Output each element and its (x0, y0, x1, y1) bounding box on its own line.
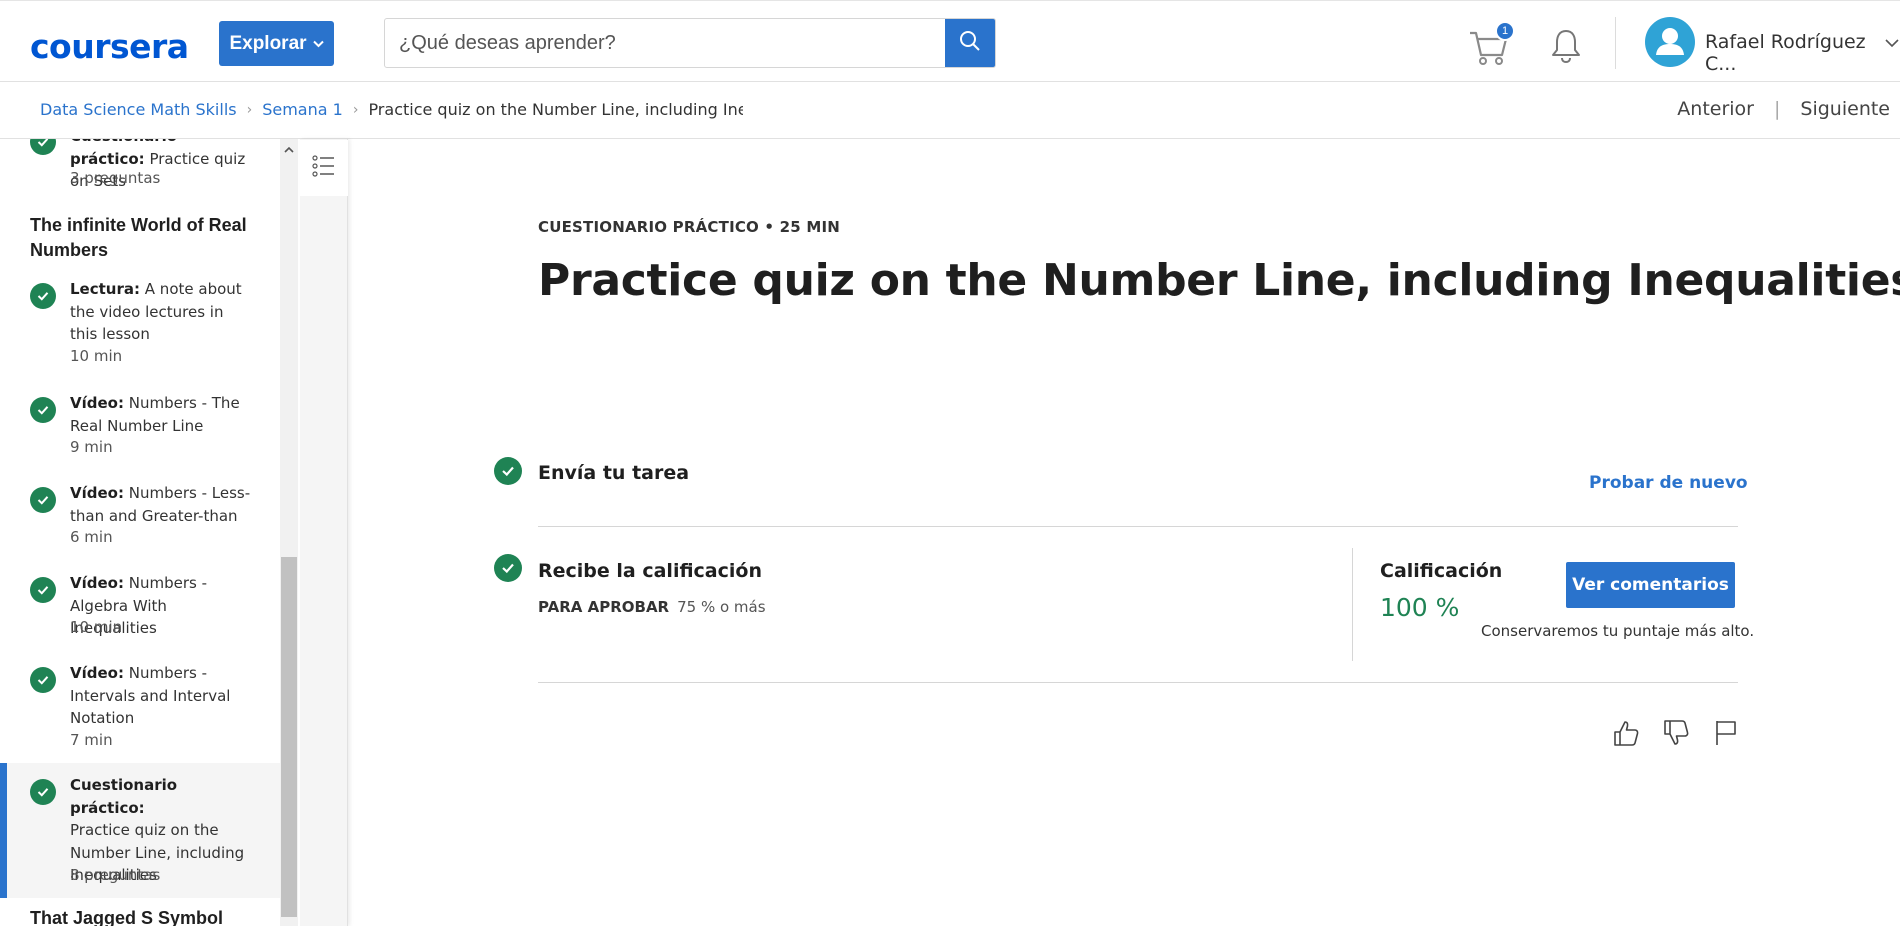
chevron-down-icon (312, 36, 324, 51)
sidebar-collapse-panel (300, 139, 348, 926)
flag-icon[interactable] (1711, 718, 1741, 748)
thumbs-down-icon[interactable] (1661, 718, 1691, 748)
step-submit-title: Envía tu tarea (538, 462, 690, 484)
previous-link[interactable]: Anterior (1677, 98, 1754, 120)
cart-badge: 1 (1495, 21, 1515, 41)
sidebar-item-label: Vídeo: Numbers - Intervals and Interval … (70, 664, 231, 727)
divider (538, 526, 1738, 527)
breadcrumb-course-link[interactable]: Data Science Math Skills (40, 100, 237, 119)
pass-value: 75 % o más (677, 598, 766, 616)
sidebar-item-meta: 6 min (70, 528, 113, 546)
cart-icon (1468, 31, 1510, 71)
sidebar-item-quiz-sets[interactable]: Cuestionario práctico: Practice quiz on … (0, 139, 280, 190)
sidebar-item-label: Vídeo: Numbers - Less-than and Greater-t… (70, 484, 251, 525)
sidebar-item-video-intervals[interactable]: Vídeo: Numbers - Intervals and Interval … (0, 664, 280, 749)
chevron-down-icon[interactable] (1884, 35, 1900, 51)
check-icon (30, 667, 56, 693)
avatar[interactable] (1645, 17, 1695, 67)
sidebar-item-meta: 8 preguntas (70, 866, 161, 884)
user-name[interactable]: Rafael Rodríguez C... (1705, 31, 1900, 75)
check-icon (30, 577, 56, 603)
check-icon (30, 283, 56, 309)
sidebar-section-heading: That Jagged S Symbol (30, 908, 224, 926)
chevron-right-icon: › (352, 101, 359, 118)
search-bar (384, 18, 996, 68)
search-input[interactable] (385, 19, 945, 67)
sidebar-item-reading-note[interactable]: Lectura: A note about the video lectures… (0, 280, 280, 365)
thumbs-up-icon[interactable] (1611, 718, 1641, 748)
grade-label: Calificación (1380, 560, 1503, 582)
sidebar-item-meta: 9 min (70, 438, 113, 456)
sidebar-item-label: Vídeo: Numbers - The Real Number Line (70, 394, 240, 435)
header-divider (1615, 17, 1616, 69)
chevron-right-icon: › (246, 101, 253, 118)
prev-next-nav: Anterior | Siguiente (1677, 98, 1890, 120)
check-icon (494, 554, 522, 582)
next-link[interactable]: Siguiente (1800, 98, 1890, 120)
coursera-logo[interactable]: coursera (30, 27, 189, 66)
toggle-outline-button[interactable] (300, 140, 348, 196)
step-grade-title: Recibe la calificación (538, 560, 762, 582)
grade-value: 100 % (1380, 593, 1460, 622)
sidebar-item-quiz-number-line[interactable]: Cuestionario práctico: Practice quiz on t… (0, 776, 280, 887)
breadcrumb: Data Science Math Skills › Semana 1 › Pr… (40, 100, 743, 119)
search-button[interactable] (945, 19, 995, 67)
pass-requirement: PARA APROBAR 75 % o más (538, 598, 766, 616)
divider (538, 682, 1738, 683)
breadcrumb-bar: Data Science Math Skills › Semana 1 › Pr… (0, 82, 1900, 139)
explore-button[interactable]: Explorar (219, 21, 334, 66)
top-header: coursera Explorar 1 Rafael Rodríguez C..… (0, 0, 1900, 82)
notifications-button[interactable] (1550, 28, 1582, 64)
explore-label: Explorar (229, 32, 307, 54)
sidebar-item-video-real-number-line[interactable]: Vídeo: Numbers - The Real Number Line 9 … (0, 394, 280, 456)
check-icon (30, 397, 56, 423)
nav-divider: | (1774, 98, 1781, 120)
breadcrumb-current: Practice quiz on the Number Line, includ… (368, 100, 744, 119)
page-title: Practice quiz on the Number Line, includ… (538, 255, 1900, 306)
course-sidebar: Cuestionario práctico: Practice quiz on … (0, 139, 280, 926)
user-icon (1645, 28, 1695, 67)
sidebar-item-meta: 10 min (70, 618, 123, 636)
sidebar-item-video-less-greater[interactable]: Vídeo: Numbers - Less-than and Greater-t… (0, 484, 280, 546)
check-icon (30, 487, 56, 513)
cart-button[interactable]: 1 (1468, 21, 1515, 67)
sidebar-section-heading: The infinite World of Real Numbers (30, 215, 247, 260)
bell-icon (1550, 30, 1582, 68)
check-icon (30, 779, 56, 805)
search-icon (959, 30, 981, 57)
grade-divider (1352, 548, 1353, 661)
check-icon (30, 139, 56, 155)
view-feedback-button[interactable]: Ver comentarios (1566, 562, 1735, 608)
item-kicker: CUESTIONARIO PRÁCTICO • 25 MIN (538, 218, 840, 236)
sidebar-item-video-algebra-inequalities[interactable]: Vídeo: Numbers - Algebra With Inequaliti… (0, 574, 280, 637)
sidebar-item-meta: 10 min (70, 347, 123, 365)
sidebar-scrollbar-thumb[interactable] (281, 557, 297, 917)
keep-highest-note: Conservaremos tu puntaje más alto. (1481, 622, 1755, 640)
sidebar-item-meta: 7 min (70, 731, 113, 749)
check-icon (494, 457, 522, 485)
retry-link[interactable]: Probar de nuevo (1589, 473, 1748, 493)
sidebar-item-meta: 3 preguntas (70, 169, 161, 187)
scroll-up-arrow-icon[interactable] (283, 143, 295, 155)
breadcrumb-week-link[interactable]: Semana 1 (262, 100, 343, 119)
list-icon (312, 154, 336, 183)
pass-label: PARA APROBAR (538, 598, 670, 616)
sidebar-item-label: Lectura: A note about the video lectures… (70, 280, 242, 343)
